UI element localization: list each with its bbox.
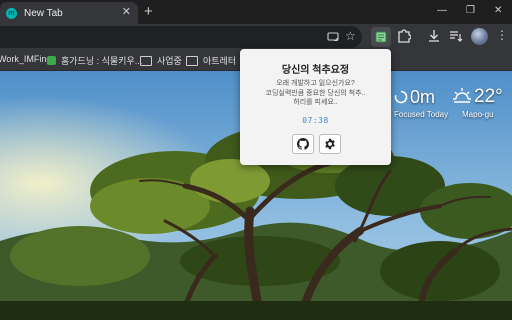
tab-strip: m New Tab ✕ + — ❐ ✕: [0, 0, 512, 24]
gardening-favicon-icon: [47, 56, 56, 65]
folder-icon: [140, 55, 152, 66]
focus-time-value: 0m: [410, 87, 436, 107]
weather-location: Mapo-gu: [462, 110, 494, 119]
bookmark-gardening[interactable]: 홈가드닝 : 식물키우...: [47, 54, 142, 67]
sunrise-icon: [452, 87, 472, 110]
menu-kebab-icon[interactable]: ⋮: [496, 28, 510, 42]
focus-time-label: Focused Today: [394, 110, 449, 119]
popup-title: 당신의 척추요정: [281, 65, 350, 76]
settings-button[interactable]: [319, 134, 341, 154]
download-icon[interactable]: [428, 29, 442, 43]
bookmark-work-imfine[interactable]: Work_IMFine: [0, 54, 51, 64]
momentum-favicon-icon: m: [6, 7, 17, 19]
folder-icon: [186, 55, 198, 66]
omnibox[interactable]: [0, 26, 362, 48]
cast-icon[interactable]: [327, 30, 341, 44]
weather-temperature: 22°: [474, 86, 503, 107]
extension-popup: 당신의 척추요정 오래 개발하고 잃으신가요? 코딩실력만큼 중요한 당신의 척…: [240, 49, 391, 165]
tab-title: New Tab: [24, 7, 63, 19]
bookmark-label: 사업중: [157, 56, 182, 66]
github-button[interactable]: [292, 134, 314, 154]
bookmark-folder-business[interactable]: 사업중: [140, 54, 182, 67]
popup-timer: 07:38: [302, 116, 329, 125]
bookmark-label: Work_IMFine: [0, 54, 52, 64]
gear-icon: [325, 138, 335, 150]
restore-icon[interactable]: ❐: [466, 5, 475, 17]
popup-message: 오래 개발하고 잃으신가요? 코딩실력만큼 중요한 당신의 척추.. 허리를 피…: [240, 79, 391, 108]
browser-toolbar: ☆ ⋮: [0, 24, 512, 50]
bookmark-label: 아트레터: [203, 56, 237, 66]
new-tab-plus-icon[interactable]: +: [144, 3, 153, 20]
reading-list-icon[interactable]: [449, 29, 463, 43]
bookmark-star-icon[interactable]: ☆: [345, 29, 359, 43]
extension-active-button[interactable]: [371, 27, 391, 47]
bookmark-label: 홈가드닝 : 식물키우...: [61, 56, 143, 66]
focus-timer-icon: [394, 90, 408, 104]
window-close-icon[interactable]: ✕: [494, 5, 502, 17]
tab-close-icon[interactable]: ✕: [122, 6, 131, 19]
puzzle-icon[interactable]: [397, 28, 412, 43]
minimize-icon[interactable]: —: [437, 5, 447, 17]
github-icon: [297, 138, 309, 150]
popup-message-line: 오래 개발하고 잃으신가요?: [276, 80, 355, 87]
popup-message-line: 허리를 피세요..: [293, 99, 338, 106]
popup-message-line: 코딩실력만큼 중요한 당신의 척추..: [265, 89, 366, 97]
tab-new-tab[interactable]: m New Tab ✕: [0, 2, 138, 24]
bookmark-folder-artletter[interactable]: 아트레터: [186, 54, 236, 67]
extension-active-icon: [375, 31, 387, 43]
profile-avatar[interactable]: [471, 28, 488, 45]
